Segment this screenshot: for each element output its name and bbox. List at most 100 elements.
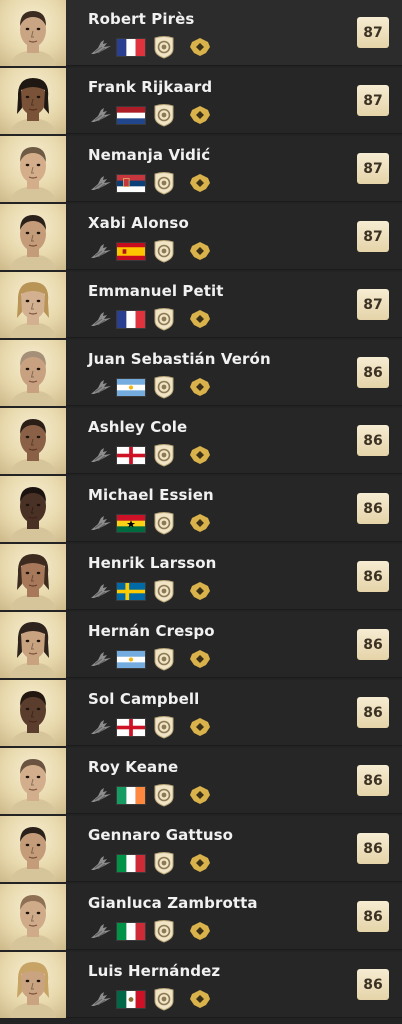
player-attributes xyxy=(88,647,228,671)
position-boot-icon xyxy=(91,108,111,122)
player-name: Henrik Larsson xyxy=(88,554,217,572)
nation-flag-ireland xyxy=(116,786,146,805)
chemistry-style-icon xyxy=(190,650,210,668)
nation-flag-mexico xyxy=(116,990,146,1009)
position-boot-icon xyxy=(91,312,111,326)
player-face-illustration xyxy=(10,11,56,66)
player-rating: 86 xyxy=(357,493,389,524)
player-row[interactable]: Hernán Crespo 86 xyxy=(0,612,402,678)
chemistry-style-icon xyxy=(190,854,210,872)
player-attributes xyxy=(88,171,228,195)
icon-badge xyxy=(154,920,174,943)
chemistry-style-icon xyxy=(190,786,210,804)
player-portrait xyxy=(0,748,66,814)
player-portrait xyxy=(0,816,66,882)
player-name: Sol Campbell xyxy=(88,690,200,708)
player-row[interactable]: Nemanja Vidić 87 xyxy=(0,136,402,202)
player-rating: 87 xyxy=(357,153,389,184)
icon-badge xyxy=(154,716,174,739)
player-name: Luis Hernández xyxy=(88,962,221,980)
player-row[interactable]: Juan Sebastián Verón 86 xyxy=(0,340,402,406)
player-row[interactable]: Gennaro Gattuso 86 xyxy=(0,816,402,882)
chemistry-style-icon xyxy=(190,174,210,192)
position-boot-icon xyxy=(91,924,111,938)
nation-flag-ghana xyxy=(116,514,146,533)
player-attributes xyxy=(88,579,228,603)
icon-badge xyxy=(154,36,174,59)
position-boot-icon xyxy=(91,584,111,598)
player-name: Gianluca Zambrotta xyxy=(88,894,258,912)
player-rating: 86 xyxy=(357,833,389,864)
player-face-illustration xyxy=(10,962,56,1018)
player-row[interactable]: Ashley Cole 86 xyxy=(0,408,402,474)
position-boot-icon xyxy=(91,176,111,190)
icon-badge xyxy=(154,784,174,807)
player-face-illustration xyxy=(10,282,56,338)
player-face-illustration xyxy=(10,147,56,202)
player-rating: 86 xyxy=(357,765,389,796)
player-portrait xyxy=(0,612,66,678)
nation-flag-italy xyxy=(116,922,146,941)
player-portrait xyxy=(0,68,66,134)
player-rating: 86 xyxy=(357,357,389,388)
player-name: Michael Essien xyxy=(88,486,214,504)
player-name: Roy Keane xyxy=(88,758,179,776)
icon-badge xyxy=(154,512,174,535)
player-attributes xyxy=(88,103,228,127)
player-row[interactable]: Sol Campbell 86 xyxy=(0,680,402,746)
chemistry-style-icon xyxy=(190,378,210,396)
chemistry-style-icon xyxy=(190,922,210,940)
player-face-illustration xyxy=(10,554,56,610)
position-boot-icon xyxy=(91,448,111,462)
player-portrait xyxy=(0,136,66,202)
player-face-illustration xyxy=(10,827,56,882)
player-rating: 87 xyxy=(357,85,389,116)
player-rating: 86 xyxy=(357,901,389,932)
position-boot-icon xyxy=(91,992,111,1006)
player-row[interactable]: Henrik Larsson 86 xyxy=(0,544,402,610)
player-rating: 86 xyxy=(357,969,389,1000)
player-row[interactable]: Frank Rijkaard 87 xyxy=(0,68,402,134)
player-row[interactable]: Emmanuel Petit 87 xyxy=(0,272,402,338)
player-row[interactable]: Xabi Alonso 87 xyxy=(0,204,402,270)
player-row[interactable]: Michael Essien 86 xyxy=(0,476,402,542)
player-face-illustration xyxy=(10,215,56,270)
player-name: Ashley Cole xyxy=(88,418,188,436)
nation-flag-argentina xyxy=(116,650,146,669)
player-row[interactable]: Robert Pirès 87 xyxy=(0,0,402,66)
nation-flag-sweden xyxy=(116,582,146,601)
player-face-illustration xyxy=(10,895,56,950)
player-row[interactable]: Roy Keane 86 xyxy=(0,748,402,814)
player-row[interactable]: Luis Hernández 86 xyxy=(0,952,402,1018)
player-rating: 87 xyxy=(357,289,389,320)
player-attributes xyxy=(88,919,228,943)
player-attributes xyxy=(88,511,228,535)
player-face-illustration xyxy=(10,351,56,406)
player-portrait xyxy=(0,272,66,338)
player-face-illustration xyxy=(10,622,56,678)
nation-flag-argentina xyxy=(116,378,146,397)
nation-flag-netherlands xyxy=(116,106,146,125)
icon-badge xyxy=(154,240,174,263)
position-boot-icon xyxy=(91,244,111,258)
player-attributes xyxy=(88,851,228,875)
position-boot-icon xyxy=(91,720,111,734)
position-boot-icon xyxy=(91,652,111,666)
player-name: Nemanja Vidić xyxy=(88,146,211,164)
player-row[interactable]: Gianluca Zambrotta 86 xyxy=(0,884,402,950)
player-name: Hernán Crespo xyxy=(88,622,215,640)
player-portrait xyxy=(0,544,66,610)
player-attributes xyxy=(88,375,228,399)
chemistry-style-icon xyxy=(190,514,210,532)
nation-flag-england xyxy=(116,446,146,465)
icon-badge xyxy=(154,852,174,875)
player-name: Frank Rijkaard xyxy=(88,78,213,96)
position-boot-icon xyxy=(91,40,111,54)
player-rating: 86 xyxy=(357,629,389,660)
nation-flag-france xyxy=(116,310,146,329)
position-boot-icon xyxy=(91,788,111,802)
player-name: Juan Sebastián Verón xyxy=(88,350,271,368)
nation-flag-italy xyxy=(116,854,146,873)
icon-badge xyxy=(154,444,174,467)
chemistry-style-icon xyxy=(190,106,210,124)
